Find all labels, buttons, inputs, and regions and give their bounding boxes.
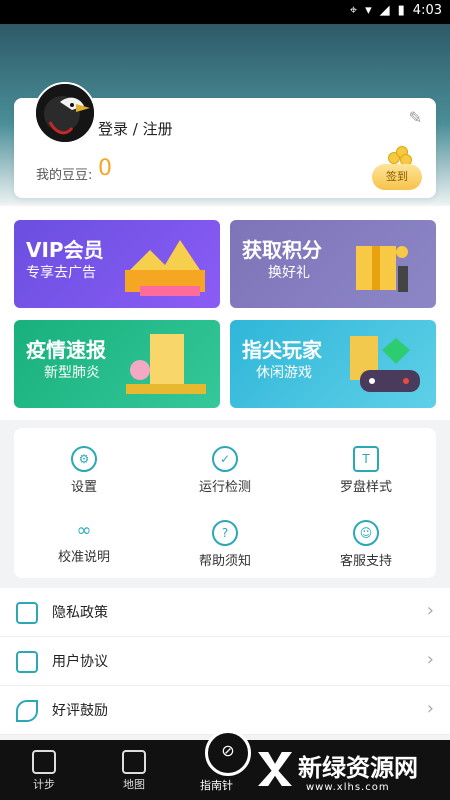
banner-vip-subtitle: 专享去广告 (26, 265, 96, 281)
bean-value: 0 (98, 156, 112, 181)
list-item-rate-label: 好评鼓励 (52, 703, 108, 719)
grid-item-support[interactable]: ☺ 客服支持 (296, 508, 436, 578)
location-icon: ⌖ (349, 3, 358, 18)
watermark: 新绿资源网 www.xlhs.com (258, 748, 418, 793)
banner-epidemic-title: 疫情速报 (26, 338, 106, 362)
banner-epidemic[interactable]: 疫情速报 新型肺炎 (14, 320, 220, 408)
list-item-privacy-policy[interactable]: 隐私政策 › (0, 588, 450, 637)
signal-icon: ◢ (379, 3, 390, 18)
grid-item-support-label: 客服支持 (339, 554, 392, 569)
compass-icon: ⊘ (221, 741, 235, 760)
banner-epidemic-subtitle: 新型肺炎 (44, 365, 100, 381)
tab-step[interactable]: 计步 (4, 746, 84, 792)
chevron-right-icon: › (426, 600, 434, 621)
banner-game[interactable]: 指尖玩家 休闲游戏 (230, 320, 436, 408)
bird-avatar-icon (36, 84, 94, 142)
battery-icon: ▮ (397, 3, 405, 18)
leaf-icon (16, 700, 38, 722)
tab-compass-label: 指南针 (200, 779, 233, 792)
tab-map[interactable]: 地图 (94, 746, 174, 792)
grid-item-help[interactable]: ? 帮助须知 (155, 508, 295, 578)
watermark-logo (258, 752, 292, 786)
settings-list: 隐私政策 › 用户协议 › 好评鼓励 › (0, 588, 450, 735)
shoe-icon (32, 750, 56, 774)
chevron-right-icon: › (426, 649, 434, 670)
profile-card: 登录 / 注册 ✎ 我的豆豆: 0 签到 (14, 82, 436, 198)
check-icon: ✓ (212, 446, 238, 472)
watermark-url: www.xlhs.com (306, 782, 390, 793)
document-icon (16, 602, 38, 624)
coins-icon (388, 144, 412, 166)
grid-item-calibration[interactable]: ∞ 校准说明 (14, 508, 154, 578)
banner-points-title: 获取积分 (242, 238, 322, 262)
grid-item-help-label: 帮助须知 (198, 554, 251, 569)
status-bar: ⌖ ▾ ◢ ▮ 4:03 (0, 0, 450, 24)
banner-vip-title: VIP会员 (26, 238, 104, 262)
tab-compass[interactable]: ⊘ (205, 730, 251, 776)
gear-icon: ⚙ (71, 446, 97, 472)
banner-points-subtitle: 换好礼 (268, 265, 310, 281)
banner-vip[interactable]: VIP会员 专享去广告 (14, 220, 220, 308)
avatar[interactable] (34, 82, 96, 144)
shirt-icon: T (353, 446, 379, 472)
chevron-right-icon: › (426, 698, 434, 719)
question-icon: ? (212, 520, 238, 546)
banner-game-title: 指尖玩家 (242, 338, 322, 362)
function-grid: ⚙ 设置 ✓ 运行检测 T 罗盘样式 ∞ 校准说明 ? 帮助须知 ☺ 客服支持 (14, 428, 436, 578)
banner-section: VIP会员 专享去广告 获取积分 换好礼 疫情速报 新型肺炎 指尖玩家 休闲游戏 (0, 206, 450, 420)
gift-ladder-icon (356, 246, 408, 292)
grid-item-calibration-label: 校准说明 (57, 550, 110, 565)
watermark-text: 新绿资源网 (298, 754, 418, 782)
grid-item-compass-style-label: 罗盘样式 (339, 480, 392, 495)
banner-game-subtitle: 休闲游戏 (256, 365, 312, 381)
grid-item-settings-label: 设置 (70, 480, 97, 495)
infinity-icon: ∞ (76, 520, 92, 541)
map-icon (122, 750, 146, 774)
tab-map-label: 地图 (123, 778, 145, 791)
signin-button[interactable]: 签到 (372, 164, 422, 190)
list-item-rate[interactable]: 好评鼓励 › (0, 686, 450, 735)
agreement-icon (16, 651, 38, 673)
bean-label: 我的豆豆: (36, 168, 93, 183)
wifi-icon: ▾ (365, 3, 372, 18)
banner-points[interactable]: 获取积分 换好礼 (230, 220, 436, 308)
edit-icon[interactable]: ✎ (409, 108, 422, 127)
support-icon: ☺ (353, 520, 379, 546)
grid-item-compass-style[interactable]: T 罗盘样式 (296, 434, 436, 504)
login-register-link[interactable]: 登录 / 注册 (98, 118, 173, 139)
list-item-user-agreement[interactable]: 用户协议 › (0, 637, 450, 686)
grid-item-settings[interactable]: ⚙ 设置 (14, 434, 154, 504)
list-item-privacy-policy-label: 隐私政策 (52, 605, 108, 621)
news-panel-icon (126, 334, 206, 394)
status-time: 4:03 (412, 3, 442, 18)
list-item-user-agreement-label: 用户协议 (52, 654, 108, 670)
vip-crown-icon (125, 240, 205, 296)
grid-item-running-check[interactable]: ✓ 运行检测 (155, 434, 295, 504)
grid-item-running-check-label: 运行检测 (198, 480, 251, 495)
gamepad-icon (350, 336, 420, 392)
tab-step-label: 计步 (33, 778, 55, 791)
